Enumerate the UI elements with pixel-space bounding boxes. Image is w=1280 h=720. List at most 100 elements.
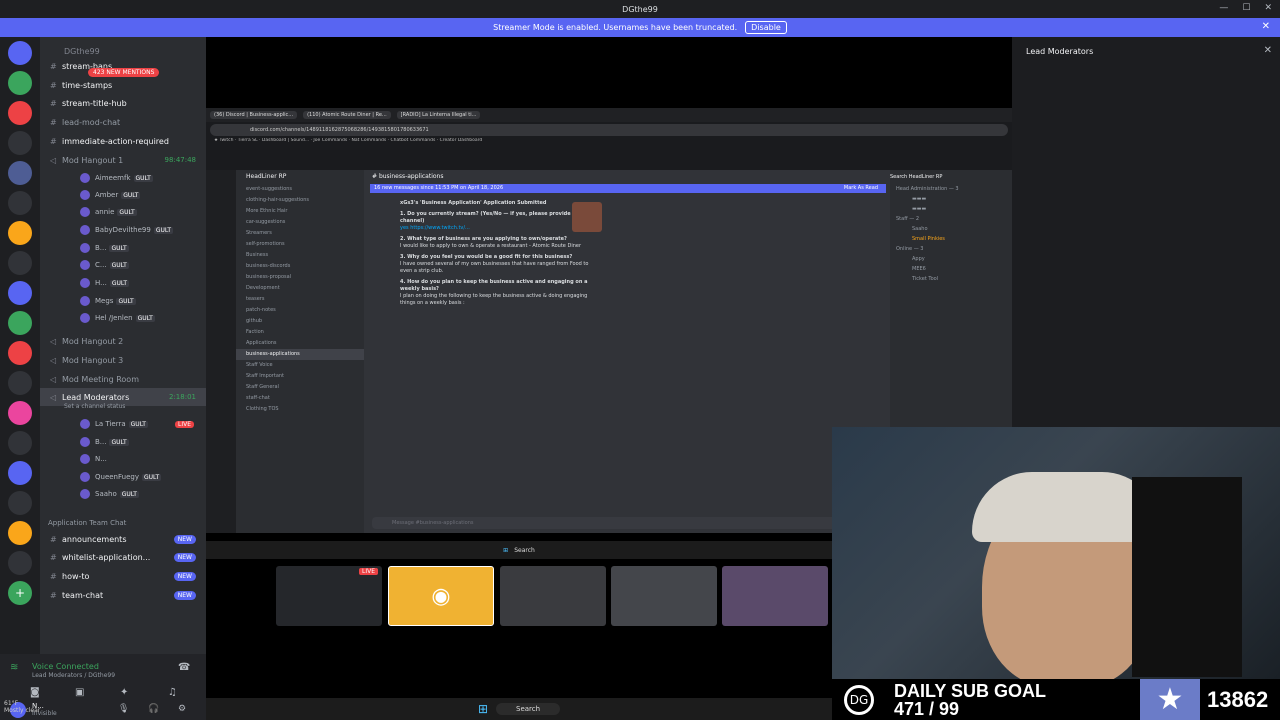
server-icon[interactable] xyxy=(8,41,32,65)
category-header[interactable]: Staff Important xyxy=(236,371,364,382)
mark-as-read[interactable]: Mark As Read xyxy=(844,184,878,193)
new-messages-bar[interactable]: 16 new messages since 11:53 PM on April … xyxy=(370,184,886,193)
server-icon[interactable] xyxy=(8,401,32,425)
voice-channel[interactable]: ◁ Mod Hangout 3 xyxy=(40,351,206,369)
voice-user[interactable]: BabyDevilthe99 GULT xyxy=(40,221,206,239)
voice-channel[interactable]: ◁ Mod Meeting Room xyxy=(40,370,206,388)
server-icon[interactable] xyxy=(8,311,32,335)
video-icon[interactable]: ◙ xyxy=(30,687,40,698)
channel-item[interactable]: # team-chat NEW xyxy=(40,586,206,604)
server-icon[interactable] xyxy=(8,101,32,125)
activity-icon[interactable]: ✦ xyxy=(120,687,128,698)
thumbnail-user[interactable] xyxy=(500,566,606,626)
voice-user[interactable]: Megs GULT xyxy=(40,292,206,310)
member-item[interactable]: Saaho xyxy=(890,224,1012,234)
close-icon[interactable]: ✕ xyxy=(1262,21,1270,32)
member-item[interactable]: Small Pinkies xyxy=(890,234,1012,244)
server-icon[interactable] xyxy=(8,281,32,305)
soundboard-icon[interactable]: ♫ xyxy=(168,687,177,698)
member-item[interactable]: Ticket Tool xyxy=(890,274,1012,284)
server-name[interactable]: HeadLiner RP xyxy=(236,170,364,184)
thumbnail-user[interactable] xyxy=(611,566,717,626)
server-icon[interactable] xyxy=(8,71,32,95)
server-icon[interactable] xyxy=(8,491,32,515)
channel-status[interactable]: Set a channel status xyxy=(64,403,125,410)
category-header[interactable]: Streamers xyxy=(236,228,364,239)
screen-share-icon[interactable]: ▣ xyxy=(75,687,84,698)
voice-channel[interactable]: ◁ Mod Hangout 1 98:47:48 xyxy=(40,151,206,169)
server-icon[interactable] xyxy=(8,551,32,575)
channel-item[interactable]: event-suggestions xyxy=(236,184,364,195)
channel-item[interactable]: # lead-mod-chat xyxy=(40,113,206,131)
channel-item[interactable]: # announcements NEW xyxy=(40,530,206,548)
channel-item[interactable]: # immediate-action-required xyxy=(40,132,206,150)
thumbnail-user[interactable] xyxy=(722,566,828,626)
category-header[interactable]: Faction xyxy=(236,327,364,338)
url-bar[interactable]: discord.com/channels/1489118162875068286… xyxy=(210,124,1008,136)
thumbnail-discord[interactable]: ◉ xyxy=(388,566,494,626)
server-icon[interactable] xyxy=(8,131,32,155)
minimize-icon[interactable]: — xyxy=(1219,3,1228,13)
voice-user[interactable]: Saaho GULT xyxy=(40,485,206,503)
mic-icon[interactable]: 🎙 xyxy=(118,704,129,714)
category-header[interactable]: Applications xyxy=(236,338,364,349)
channel-item[interactable]: business-proposal xyxy=(236,272,364,283)
voice-user[interactable]: La Tierra GULT LIVE xyxy=(40,415,206,433)
browser-tab[interactable]: (36) Discord | Business-applic... xyxy=(210,111,298,119)
member-item[interactable]: ▬▬▬ xyxy=(890,204,1012,214)
headphones-icon[interactable]: 🎧 xyxy=(148,704,159,714)
category-header[interactable]: Staff General xyxy=(236,382,364,393)
channel-item[interactable]: business-discords xyxy=(236,261,364,272)
channel-item[interactable]: teasers xyxy=(236,294,364,305)
member-item[interactable]: MEE6 xyxy=(890,264,1012,274)
close-icon[interactable]: ✕ xyxy=(1264,3,1272,13)
category-header[interactable]: Business xyxy=(236,250,364,261)
channel-item[interactable]: # how-to NEW xyxy=(40,567,206,585)
server-icon[interactable] xyxy=(8,221,32,245)
server-icon[interactable] xyxy=(8,191,32,215)
add-server-icon[interactable]: + xyxy=(8,581,32,605)
server-icon[interactable] xyxy=(8,161,32,185)
channel-item[interactable]: More Ethnic Hair xyxy=(236,206,364,217)
thumbnail-screen[interactable]: LIVE xyxy=(276,566,382,626)
browser-tab[interactable]: [RADIO] La Linterna Illegal ti... xyxy=(396,111,481,119)
channel-item[interactable]: car-suggestions xyxy=(236,217,364,228)
voice-user[interactable]: Amber GULT xyxy=(40,186,206,204)
channel-item[interactable]: # stream-title-hub xyxy=(40,94,206,112)
server-icon[interactable] xyxy=(8,461,32,485)
server-icon[interactable] xyxy=(8,521,32,545)
close-icon[interactable]: ✕ xyxy=(1264,45,1272,56)
voice-user[interactable]: C... GULT xyxy=(40,256,206,274)
channel-item[interactable]: # whitelist-application... NEW xyxy=(40,548,206,566)
voice-user[interactable]: B... GULT xyxy=(40,433,206,451)
windows-icon[interactable]: ⊞ xyxy=(478,702,488,716)
browser-tab[interactable]: (110) Atomic Route Diner | Re... xyxy=(303,111,391,119)
taskbar-search[interactable]: Search xyxy=(496,703,561,715)
server-icon[interactable] xyxy=(8,341,32,365)
channel-item[interactable]: github xyxy=(236,316,364,327)
disable-button[interactable]: Disable xyxy=(745,21,787,34)
message-composer[interactable]: Message #business-applications xyxy=(372,517,882,529)
settings-icon[interactable]: ⚙ xyxy=(178,704,186,714)
channel-item[interactable]: self-promotions xyxy=(236,239,364,250)
channel-item-active[interactable]: business-applications xyxy=(236,349,364,360)
server-icon[interactable] xyxy=(8,431,32,455)
channel-item[interactable]: # time-stamps xyxy=(40,76,206,94)
voice-user[interactable]: Hel /Jenlen GULT xyxy=(40,309,206,327)
category-header[interactable]: Development xyxy=(236,283,364,294)
voice-user[interactable]: N... xyxy=(40,450,206,468)
search-bar[interactable]: Search HeadLiner RP xyxy=(890,170,1012,184)
server-icon[interactable] xyxy=(8,371,32,395)
channel-item[interactable]: patch-notes xyxy=(236,305,364,316)
voice-user[interactable]: H... GULT xyxy=(40,274,206,292)
voice-user[interactable]: B... GULT xyxy=(40,239,206,257)
channel-item[interactable]: staff-chat xyxy=(236,393,364,404)
channel-item[interactable]: Clothing TOS xyxy=(236,404,364,415)
voice-user[interactable]: annie GULT xyxy=(40,203,206,221)
weather-widget[interactable]: 61°F Mostly clear xyxy=(4,700,40,714)
channel-item[interactable]: clothing-hair-suggestions xyxy=(236,195,364,206)
voice-user[interactable]: Aimeemfk GULT xyxy=(40,169,206,187)
server-icon[interactable] xyxy=(8,251,32,275)
voice-channel[interactable]: ◁ Mod Hangout 2 xyxy=(40,332,206,350)
member-item[interactable]: ▬▬▬ xyxy=(890,194,1012,204)
